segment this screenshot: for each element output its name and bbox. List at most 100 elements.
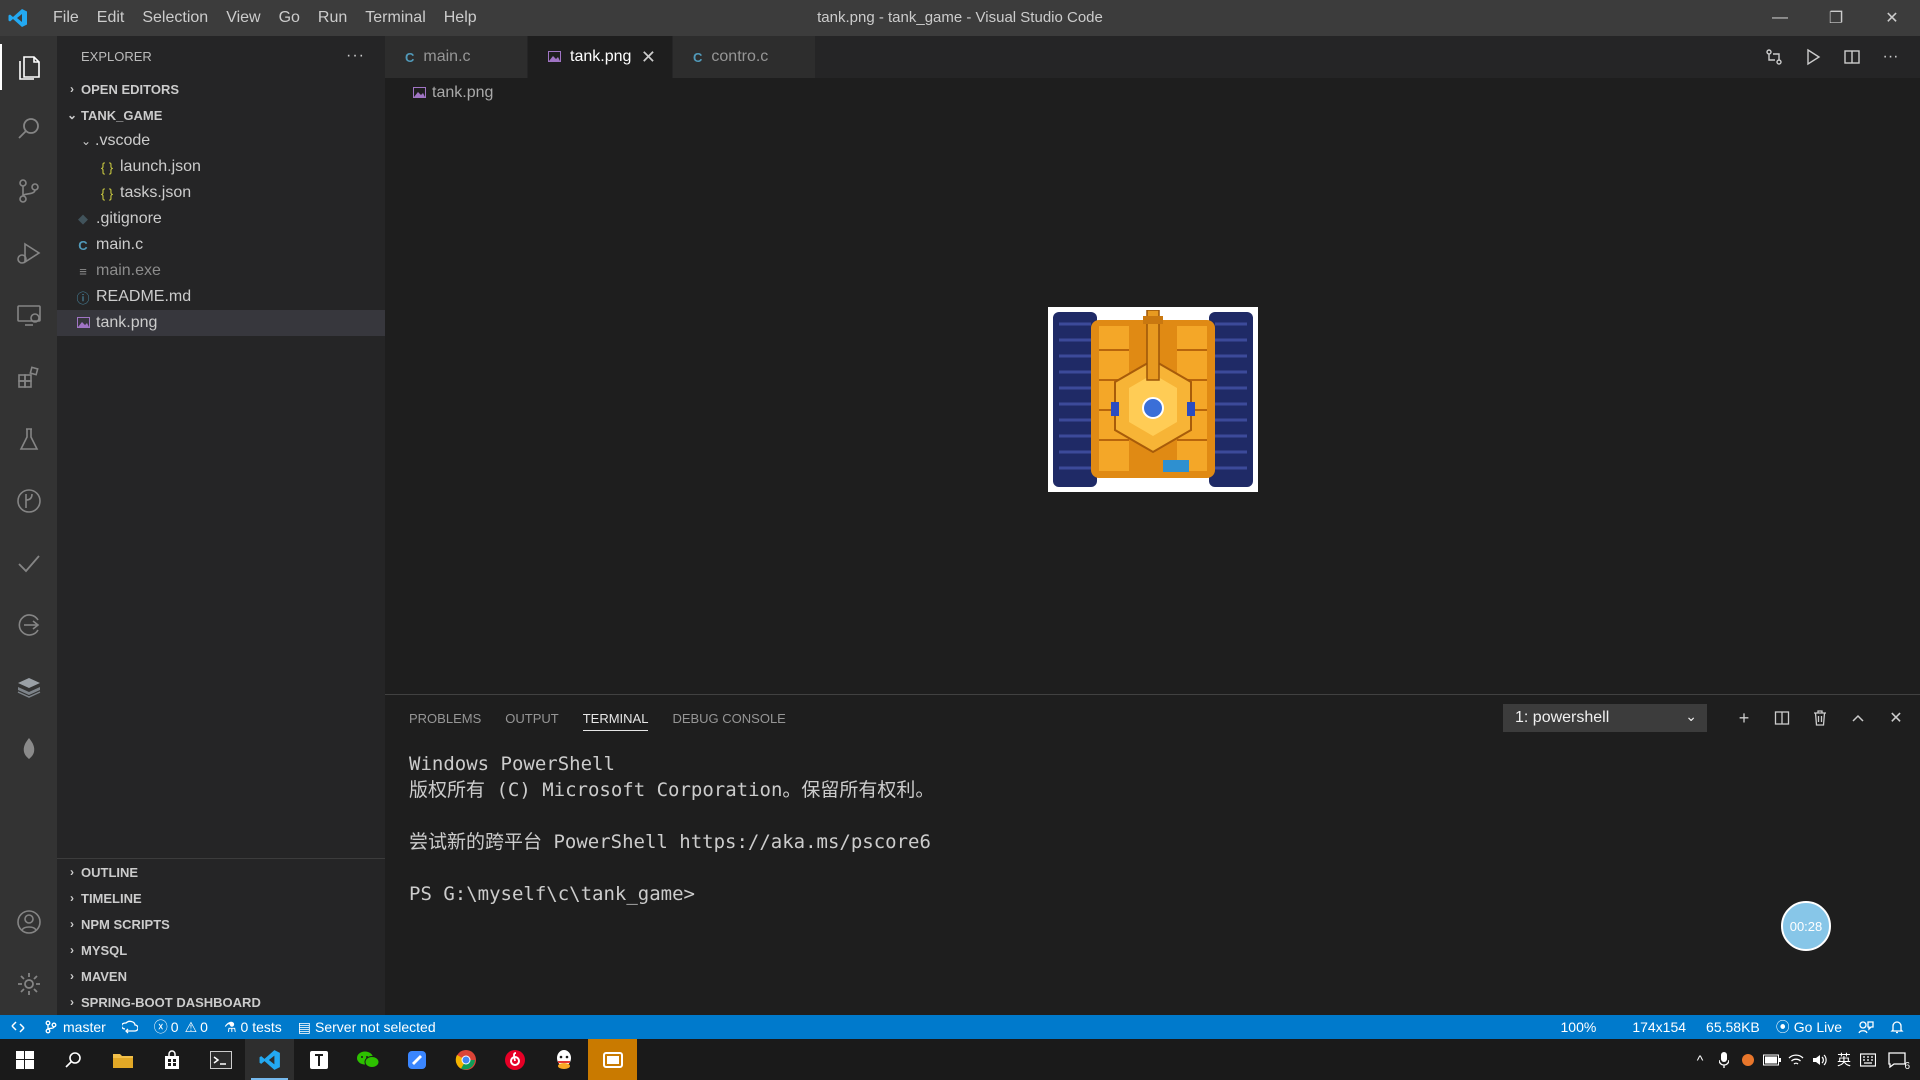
- close-window-button[interactable]: ✕: [1864, 0, 1920, 36]
- ime-indicator[interactable]: 英: [1832, 1039, 1856, 1080]
- feishu-icon[interactable]: [392, 1039, 441, 1080]
- section-open-editors[interactable]: › OPEN EDITORS: [57, 76, 385, 102]
- more-actions-icon[interactable]: ···: [1871, 36, 1910, 78]
- search-icon[interactable]: [49, 1039, 98, 1080]
- app-tray-icon[interactable]: [1736, 1039, 1760, 1080]
- tests-status[interactable]: ⚗ 0 tests: [216, 1015, 290, 1039]
- split-editor-icon[interactable]: [1832, 36, 1871, 78]
- tree-item-main-c[interactable]: C main.c: [57, 232, 385, 258]
- mongodb-leaf-icon[interactable]: [0, 718, 57, 780]
- wifi-icon[interactable]: [1784, 1039, 1808, 1080]
- remote-explorer-icon[interactable]: [0, 284, 57, 346]
- tree-item-readme[interactable]: ⓘ README.md: [57, 284, 385, 310]
- section-maven[interactable]: › MAVEN: [57, 963, 385, 989]
- git-graph-icon[interactable]: [0, 470, 57, 532]
- extensions-icon[interactable]: [0, 346, 57, 408]
- tab-output[interactable]: OUTPUT: [505, 695, 558, 741]
- menu-run[interactable]: Run: [309, 0, 356, 36]
- menu-help[interactable]: Help: [435, 0, 486, 36]
- qq-icon[interactable]: [539, 1039, 588, 1080]
- close-panel-button[interactable]: ✕: [1877, 703, 1915, 733]
- minimize-button[interactable]: —: [1752, 0, 1808, 36]
- git-file-icon: ◆: [78, 211, 88, 226]
- tree-item-gitignore[interactable]: ◆ .gitignore: [57, 206, 385, 232]
- tree-item-main-exe[interactable]: ≡ main.exe: [57, 258, 385, 284]
- chrome-icon[interactable]: [441, 1039, 490, 1080]
- git-branch-status[interactable]: master: [36, 1015, 114, 1039]
- close-tab-icon[interactable]: ✕: [641, 47, 656, 68]
- screen-recorder-icon[interactable]: [588, 1039, 637, 1080]
- problems-status[interactable]: ⓧ 0 ⚠ 0: [146, 1015, 216, 1039]
- tab-problems[interactable]: PROBLEMS: [409, 695, 481, 741]
- section-spring-boot-dashboard[interactable]: › SPRING-BOOT DASHBOARD: [57, 989, 385, 1015]
- account-icon[interactable]: [0, 891, 57, 953]
- menu-edit[interactable]: Edit: [88, 0, 134, 36]
- sync-icon[interactable]: [114, 1015, 146, 1039]
- tree-item-launch-json[interactable]: { } launch.json: [57, 154, 385, 180]
- terminal-select[interactable]: 1: powershell ⌄: [1503, 704, 1707, 732]
- action-center-icon[interactable]: 6: [1880, 1039, 1914, 1080]
- tree-item-vscode-folder[interactable]: ⌄ .vscode: [57, 128, 385, 154]
- section-tank-game[interactable]: ⌄ TANK_GAME: [57, 102, 385, 128]
- todo-icon[interactable]: [0, 532, 57, 594]
- section-npm-scripts[interactable]: › NPM SCRIPTS: [57, 911, 385, 937]
- section-timeline[interactable]: › TIMELINE: [57, 885, 385, 911]
- tree-item-tasks-json[interactable]: { } tasks.json: [57, 180, 385, 206]
- menu-file[interactable]: File: [44, 0, 88, 36]
- section-mysql[interactable]: › MYSQL: [57, 937, 385, 963]
- menu-view[interactable]: View: [217, 0, 269, 36]
- vscode-taskbar-icon[interactable]: [245, 1039, 294, 1080]
- netease-music-icon[interactable]: [490, 1039, 539, 1080]
- terminal-app-icon[interactable]: [196, 1039, 245, 1080]
- live-share-icon[interactable]: [0, 594, 57, 656]
- tank-image[interactable]: [1048, 307, 1258, 492]
- open-changes-icon[interactable]: [1754, 36, 1793, 78]
- section-outline[interactable]: › OUTLINE: [57, 859, 385, 885]
- tab-debug-console[interactable]: DEBUG CONSOLE: [672, 695, 785, 741]
- vscode-logo-icon[interactable]: [0, 0, 36, 36]
- battery-icon[interactable]: [1760, 1039, 1784, 1080]
- chevron-up-icon[interactable]: ^: [1688, 1039, 1712, 1080]
- menu-terminal[interactable]: Terminal: [356, 0, 434, 36]
- remote-indicator[interactable]: [0, 1015, 36, 1039]
- source-control-icon[interactable]: [0, 160, 57, 222]
- activity-bar-bottom: [0, 891, 57, 1015]
- tree-item-tank-png[interactable]: tank.png: [57, 310, 385, 336]
- terminal-output[interactable]: Windows PowerShell 版权所有 (C) Microsoft Cor…: [409, 751, 934, 907]
- feedback-icon[interactable]: [1850, 1015, 1882, 1039]
- explorer-icon[interactable]: [0, 36, 57, 98]
- run-debug-icon[interactable]: [0, 222, 57, 284]
- typora-icon[interactable]: [294, 1039, 343, 1080]
- split-terminal-button[interactable]: [1763, 703, 1801, 733]
- testing-icon[interactable]: [0, 408, 57, 470]
- kill-terminal-button[interactable]: [1801, 703, 1839, 733]
- tab-tank-png[interactable]: tank.png ✕: [528, 36, 673, 78]
- menu-selection[interactable]: Selection: [133, 0, 217, 36]
- database-icon[interactable]: [0, 656, 57, 718]
- new-terminal-button[interactable]: +: [1725, 703, 1763, 733]
- keyboard-icon[interactable]: [1856, 1039, 1880, 1080]
- go-live-button[interactable]: ⦿ Go Live: [1768, 1015, 1850, 1039]
- zoom-status[interactable]: 100%: [1553, 1015, 1605, 1039]
- restore-button[interactable]: ❐: [1808, 0, 1864, 36]
- microphone-icon[interactable]: [1712, 1039, 1736, 1080]
- windows-start-icon[interactable]: [0, 1039, 49, 1080]
- maximize-panel-button[interactable]: [1839, 703, 1877, 733]
- volume-icon[interactable]: [1808, 1039, 1832, 1080]
- tab-contro-c[interactable]: C contro.c: [673, 36, 816, 78]
- more-actions-button[interactable]: ···: [346, 47, 365, 65]
- notifications-bell-icon[interactable]: [1882, 1015, 1912, 1039]
- search-icon[interactable]: [0, 98, 57, 160]
- timer-badge[interactable]: 00:28: [1781, 901, 1831, 951]
- wechat-icon[interactable]: [343, 1039, 392, 1080]
- tab-main-c[interactable]: C main.c: [385, 36, 528, 78]
- tab-terminal[interactable]: TERMINAL: [582, 695, 648, 741]
- breadcrumb[interactable]: tank.png: [409, 82, 493, 104]
- store-icon[interactable]: [147, 1039, 196, 1080]
- server-status[interactable]: ▤ Server not selected: [290, 1015, 444, 1039]
- settings-gear-icon[interactable]: [0, 953, 57, 1015]
- menu-go[interactable]: Go: [270, 0, 309, 36]
- file-explorer-icon[interactable]: [98, 1039, 147, 1080]
- run-file-icon[interactable]: [1793, 36, 1832, 78]
